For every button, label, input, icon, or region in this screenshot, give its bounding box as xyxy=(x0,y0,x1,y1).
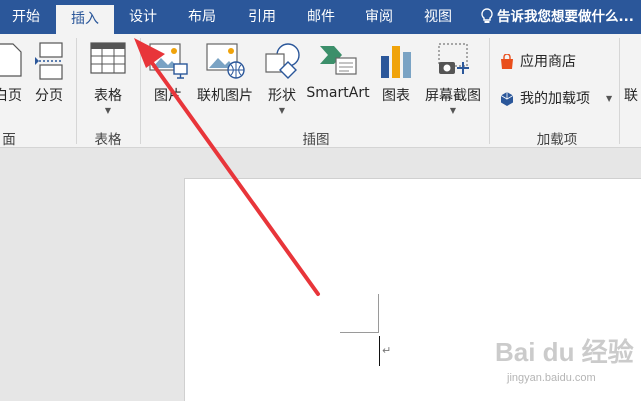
store-icon xyxy=(501,54,513,69)
screenshot-label: 屏幕截图 xyxy=(425,88,481,104)
blank-page-button[interactable]: 白页 xyxy=(0,40,24,128)
page-break-label: 分页 xyxy=(35,88,63,104)
ribbon-tab-bar: 开始 插入 设计 布局 引用 邮件 审阅 视图 告诉我您想要做什么... xyxy=(0,0,641,34)
chart-icon xyxy=(381,46,411,78)
page-break-icon xyxy=(35,42,63,80)
shapes-label: 形状 xyxy=(268,88,296,104)
tab-references[interactable]: 引用 xyxy=(236,0,288,34)
illustrations-group-label: 插图 xyxy=(302,132,330,148)
pages-group-label: 面 xyxy=(2,132,16,148)
baidu-watermark: Bai du 经验 jingyan.baidu.com xyxy=(495,332,635,392)
tab-review[interactable]: 审阅 xyxy=(353,0,405,34)
next-group-button[interactable]: 联 xyxy=(624,40,641,128)
blank-page-icon xyxy=(0,43,22,77)
addins-group-label: 加载项 xyxy=(536,132,578,148)
watermark-logo: Bai du 经验 xyxy=(495,337,634,367)
tab-insert[interactable]: 插入 xyxy=(56,5,114,34)
group-separator xyxy=(76,38,77,144)
addins-icon xyxy=(500,92,514,106)
my-addins-button[interactable]: 我的加载项 ▼ xyxy=(499,87,624,111)
my-addins-label: 我的加载项 xyxy=(520,91,590,107)
online-picture-label: 联机图片 xyxy=(197,88,253,104)
next-group-label: 联 xyxy=(624,88,638,104)
tab-layout[interactable]: 布局 xyxy=(176,0,228,34)
watermark-url: jingyan.baidu.com xyxy=(507,372,596,384)
table-label: 表格 xyxy=(94,88,122,104)
chart-label: 图表 xyxy=(382,88,410,104)
margin-marker-vertical xyxy=(378,294,379,333)
screenshot-button[interactable]: 屏幕截图 ▼ xyxy=(420,40,486,128)
ribbon-insert: 白页 分页 面 表格 ▼ 表格 图片 联机图片 形状 ▼ SmartArt 图表… xyxy=(0,34,641,148)
table-dropdown-icon: ▼ xyxy=(104,106,112,115)
text-cursor xyxy=(379,336,380,366)
group-separator xyxy=(140,38,141,144)
smartart-button[interactable]: SmartArt xyxy=(306,40,370,128)
screenshot-icon xyxy=(438,43,469,74)
tab-design[interactable]: 设计 xyxy=(117,0,169,34)
paragraph-mark: ↵ xyxy=(382,344,392,357)
store-button[interactable]: 应用商店 xyxy=(499,50,619,74)
tell-me-search[interactable]: 告诉我您想要做什么... xyxy=(480,0,634,34)
group-separator xyxy=(489,38,490,144)
picture-label: 图片 xyxy=(154,88,182,104)
page-break-button[interactable]: 分页 xyxy=(28,40,70,128)
picture-icon xyxy=(149,43,188,79)
shapes-button[interactable]: 形状 ▼ xyxy=(260,40,304,128)
lightbulb-icon xyxy=(481,8,493,23)
tab-mailings[interactable]: 邮件 xyxy=(295,0,347,34)
margin-marker-horizontal xyxy=(340,332,378,333)
smartart-icon xyxy=(320,46,357,75)
table-icon xyxy=(90,42,126,74)
chart-button[interactable]: 图表 xyxy=(374,40,418,128)
online-picture-button[interactable]: 联机图片 xyxy=(192,40,258,128)
my-addins-dropdown-icon: ▼ xyxy=(606,94,613,103)
tables-group-label: 表格 xyxy=(94,132,122,148)
tell-me-text: 告诉我您想要做什么... xyxy=(497,9,634,25)
picture-button[interactable]: 图片 xyxy=(146,40,190,128)
online-picture-icon xyxy=(206,43,245,79)
shapes-dropdown-icon: ▼ xyxy=(278,106,286,115)
store-label: 应用商店 xyxy=(520,54,576,70)
table-button[interactable]: 表格 ▼ xyxy=(82,40,134,128)
tab-view[interactable]: 视图 xyxy=(412,0,464,34)
group-separator xyxy=(619,38,620,144)
blank-page-label: 白页 xyxy=(0,88,22,104)
screenshot-dropdown-icon: ▼ xyxy=(449,106,457,115)
tab-home[interactable]: 开始 xyxy=(0,0,52,34)
shapes-icon xyxy=(265,43,300,79)
smartart-label: SmartArt xyxy=(306,85,370,101)
